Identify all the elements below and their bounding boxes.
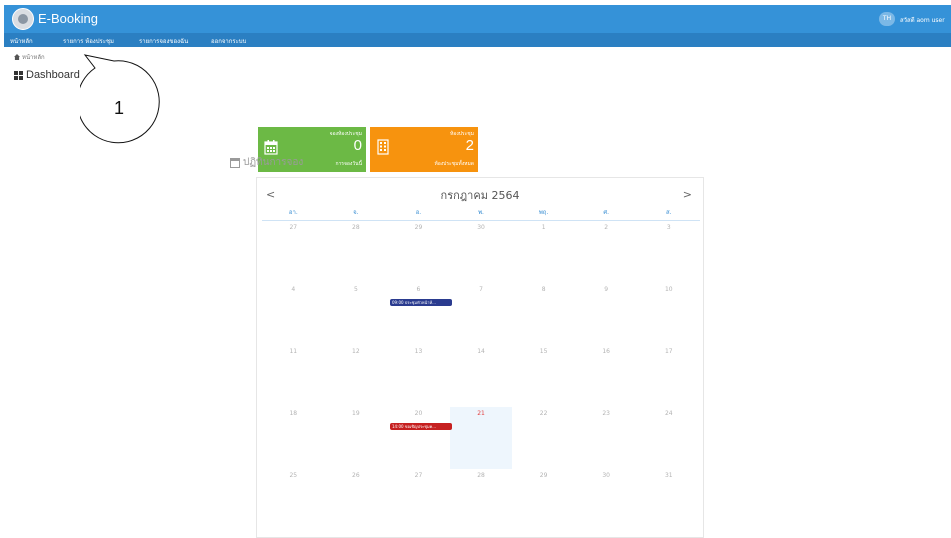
weekday-label: พฤ. [538, 209, 549, 216]
callout-number: 1 [114, 98, 125, 118]
calendar-day[interactable]: 28 [325, 221, 388, 283]
calendar-day[interactable]: 29 [387, 221, 450, 283]
calendar-day[interactable]: 30 [575, 469, 638, 531]
calendar-day[interactable]: 7 [450, 283, 513, 345]
stat-value: 2 [465, 137, 474, 154]
stat-value: 0 [353, 137, 362, 154]
main-nav: หน้าหลัก รายการ ห้องประชุม รายการจองของฉ… [4, 33, 951, 47]
weekday-label: พ. [478, 209, 484, 216]
page: E-Booking TH สวัสดี aom user หน้าหลัก รา… [0, 0, 951, 538]
calendar-day[interactable]: 31 [637, 469, 700, 531]
calendar-day[interactable]: 3 [637, 221, 700, 283]
nav-item-home[interactable]: หน้าหลัก [10, 36, 33, 46]
calendar-month-label: กรกฎาคม 2564 [440, 189, 520, 202]
calendar-day[interactable]: 30 [450, 221, 513, 283]
nav-item-meeting-rooms[interactable]: รายการ ห้องประชุม [63, 36, 114, 46]
calendar-day[interactable]: 16 [575, 345, 638, 407]
language-badge[interactable]: TH [879, 12, 895, 26]
stat-sublabel: การจองวันนี้ [335, 161, 362, 167]
weekday-label: ส. [665, 209, 672, 216]
calendar-day[interactable]: 6 [387, 283, 450, 345]
calendar-week: 18 19 20 21 22 23 24 14:00 ขอเชิญประชุมค… [262, 407, 700, 469]
breadcrumb-home[interactable]: หน้าหลัก [22, 52, 45, 62]
page-title-text: Dashboard [26, 69, 80, 81]
calendar-grid: อา. จ. อ. พ. พฤ. ศ. ส. 27 28 29 30 1 2 3… [262, 205, 700, 531]
dashboard-icon [14, 70, 23, 80]
next-month-button[interactable]: > [683, 188, 692, 201]
calendar-day-today[interactable]: 21 [449, 407, 513, 469]
calendar-day[interactable]: 26 [325, 469, 388, 531]
calendar-icon [264, 140, 278, 155]
calendar-section-label: ปฏิทินการจอง [243, 157, 304, 168]
calendar-day[interactable]: 27 [262, 221, 325, 283]
calendar-day[interactable]: 24 [637, 407, 700, 469]
stat-sublabel: ห้องประชุมทั้งหมด [434, 161, 474, 167]
calendar-day[interactable]: 22 [512, 407, 575, 469]
calendar-day[interactable]: 14 [450, 345, 513, 407]
calendar-day[interactable]: 11 [262, 345, 325, 407]
logo-icon[interactable] [12, 8, 34, 30]
nav-item-logout[interactable]: ออกจากระบบ [211, 36, 246, 46]
calendar-day[interactable]: 15 [512, 345, 575, 407]
building-icon [377, 139, 389, 155]
breadcrumb: หน้าหลัก [14, 52, 45, 62]
calendar-event[interactable]: 09:00 ประชุมหัวหน้าห้... [390, 299, 452, 306]
weekday-label: อา. [288, 209, 298, 216]
app-title[interactable]: E-Booking [38, 11, 98, 26]
calendar-day[interactable]: 9 [575, 283, 638, 345]
calendar-day[interactable]: 27 [387, 469, 450, 531]
calendar-day[interactable]: 17 [637, 345, 700, 407]
callout-bubble [80, 54, 160, 144]
calendar-week: 25 26 27 28 29 30 31 [262, 469, 700, 531]
calendar-week: 27 28 29 30 1 2 3 [262, 221, 700, 283]
calendar-day[interactable]: 4 [262, 283, 325, 345]
calendar-day[interactable]: 25 [262, 469, 325, 531]
calendar-event[interactable]: 14:00 ขอเชิญประชุมค... [390, 423, 452, 430]
calendar-week: 11 12 13 14 15 16 17 [262, 345, 700, 407]
calendar-day[interactable]: 20 [387, 407, 450, 469]
calendar-day[interactable]: 19 [325, 407, 388, 469]
calendar-day[interactable]: 12 [325, 345, 388, 407]
calendar-day[interactable]: 8 [512, 283, 575, 345]
booking-calendar: < กรกฎาคม 2564 > อา. จ. อ. พ. พฤ. ศ. ส. … [256, 177, 704, 538]
stat-card-total-rooms[interactable]: ห้องประชุม 2 ห้องประชุมทั้งหมด [370, 127, 478, 172]
calendar-day[interactable]: 13 [387, 345, 450, 407]
home-icon [14, 54, 20, 60]
weekday-label: อ. [415, 209, 422, 216]
top-bar: E-Booking TH สวัสดี aom user [4, 5, 951, 33]
calendar-day[interactable]: 23 [575, 407, 638, 469]
calendar-day[interactable]: 5 [325, 283, 388, 345]
calendar-day[interactable]: 1 [512, 221, 575, 283]
calendar-section-title: ปฏิทินการจอง [230, 155, 303, 170]
calendar-week: 4 5 6 7 8 9 10 09:00 ประชุมหัวหน้าห้... [262, 283, 700, 345]
calendar-day[interactable]: 18 [262, 407, 325, 469]
calendar-day[interactable]: 29 [512, 469, 575, 531]
calendar-day[interactable]: 2 [575, 221, 638, 283]
calendar-day[interactable]: 28 [450, 469, 513, 531]
weekday-label: ศ. [603, 209, 610, 216]
page-title: Dashboard [14, 69, 80, 81]
weekday-label: จ. [353, 209, 359, 216]
weekday-header: อา. จ. อ. พ. พฤ. ศ. ส. [262, 205, 700, 221]
nav-item-my-bookings[interactable]: รายการจองของฉัน [139, 36, 188, 46]
calendar-icon [230, 157, 240, 168]
calendar-day[interactable]: 10 [637, 283, 700, 345]
user-greeting[interactable]: สวัสดี aom user [900, 15, 945, 25]
